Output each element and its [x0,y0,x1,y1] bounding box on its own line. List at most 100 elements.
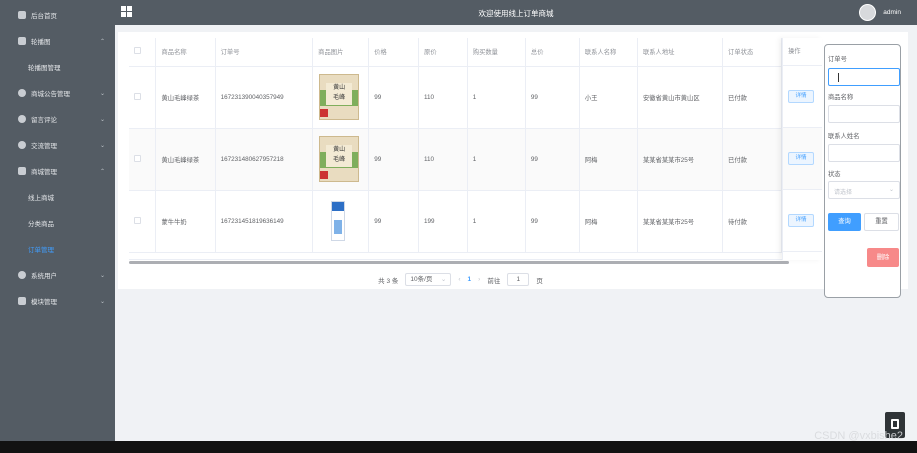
table-row[interactable]: 蒙牛牛奶 167231451819636149 99 199 1 99 阿梅 某… [129,190,800,253]
column-header[interactable]: 总价 [525,38,580,67]
chevron-up-icon: ⌃ [99,169,105,175]
page-size-select[interactable]: 10条/页 ⌄ [405,273,452,286]
status-select[interactable]: 请选择 ⌄ [828,181,900,199]
select-all-checkbox[interactable] [134,47,141,55]
column-header[interactable]: 购买数量 [467,38,526,67]
order-status-cell: 已付款 [722,66,783,129]
row-checkbox[interactable] [134,92,141,100]
detail-button[interactable]: 详情 [788,214,814,227]
product-name-cell: 蒙牛牛奶 [155,190,216,253]
sidebar-item-home[interactable]: 后台首页 [0,2,115,28]
chevron-down-icon: ⌄ [99,143,105,149]
sidebar-subitem-label: 分类商品 [28,221,54,228]
contact-name-input[interactable] [828,144,900,162]
sidebar-item-label: 商城公告管理 [31,91,70,98]
bell-icon [18,89,26,97]
row-checkbox[interactable] [134,216,141,224]
sidebar-item-label: 轮播图 [31,39,51,46]
column-header[interactable]: 联系人地址 [637,38,724,67]
product-image-cell: 黄山 毛峰 [312,128,370,191]
goto-label: 前往 [487,277,501,285]
sidebar-subitem-label: 线上商城 [28,195,54,202]
goto-page-input[interactable]: 1 [507,273,530,286]
operations-cell: 详情 [783,128,822,190]
user-name[interactable]: admin [883,9,901,16]
product-image-cell [312,190,370,253]
window-bottom-bar [0,441,917,453]
product-name-label: 商品名称 [828,94,854,101]
column-header[interactable]: 联系人名称 [579,38,638,67]
sidebar-subitem-category[interactable]: 分类商品 [0,210,115,236]
sidebar-item-announcement[interactable]: 商城公告管理 ⌄ [0,80,115,106]
prev-page-icon[interactable]: ‹ [458,276,460,283]
product-thumbnail[interactable]: 黄山 毛峰 [318,135,360,183]
user-icon [18,271,26,279]
sidebar-item-label: 留言评论 [31,117,57,124]
detail-button[interactable]: 详情 [788,90,814,103]
sidebar-item-exchange[interactable]: 交流管理 ⌄ [0,132,115,158]
column-header[interactable]: 商品名称 [155,38,216,67]
sidebar-subitem-orders[interactable]: 订单管理 [0,236,115,262]
original-price-cell: 110 [418,66,468,129]
sidebar-item-modules[interactable]: 模块管理 ⌄ [0,288,115,314]
query-button[interactable]: 查询 [828,213,861,231]
sidebar-subitem-carousel-manage[interactable]: 轮播图管理 [0,54,115,80]
order-no-label: 订单号 [828,56,847,63]
detail-button[interactable]: 详情 [788,152,814,165]
order-no-input[interactable] [828,68,900,86]
order-status-cell: 待付款 [722,190,783,253]
contact-address-cell: 某某省某某市25号 [637,190,724,253]
table-header-row: 商品名称 订单号 商品图片 价格 原价 购买数量 总价 联系人名称 联系人地址 … [129,38,800,67]
quantity-cell: 1 [467,190,526,253]
delete-button[interactable]: 删除 [867,248,899,267]
table-row[interactable]: 黄山毛峰绿茶 167231390040357949 黄山 毛峰 99 110 1 … [129,66,800,129]
filter-panel: 订单号 商品名称 联系人姓名 状态 请选择 ⌄ 查询 重置 删除 [824,44,901,298]
sidebar-subitem-label: 轮播图管理 [28,65,61,72]
chat-icon [18,141,26,149]
sidebar-item-users[interactable]: 系统用户 ⌄ [0,262,115,288]
original-price-cell: 110 [418,128,468,191]
column-header[interactable]: 商品图片 [312,38,370,67]
original-price-cell: 199 [418,190,468,253]
contact-name-cell: 阿梅 [579,190,638,253]
page-title: 欢迎使用线上订单商城 [478,9,554,18]
sidebar-item-comments[interactable]: 留言评论 ⌄ [0,106,115,132]
column-header[interactable]: 订单号 [215,38,314,67]
chevron-down-icon: ⌄ [99,273,105,279]
quantity-cell: 1 [467,66,526,129]
table-row[interactable]: 黄山毛峰绿茶 167231480627957218 黄山 毛峰 99 110 1 … [129,128,800,191]
row-checkbox[interactable] [134,154,141,162]
product-name-input[interactable] [828,105,900,123]
sidebar-item-label: 商城管理 [31,169,57,176]
cart-icon [18,167,26,175]
sidebar-item-label: 后台首页 [31,13,57,20]
product-name-cell: 黄山毛峰绿茶 [155,66,216,129]
select-all-cell [129,38,157,67]
horizontal-scrollbar[interactable] [129,261,789,264]
product-thumbnail[interactable] [318,197,360,245]
total-count: 共 3 条 [378,277,399,285]
sidebar-subitem-online-mall[interactable]: 线上商城 [0,184,115,210]
order-status-cell: 已付款 [722,128,783,191]
column-header[interactable]: 价格 [368,38,420,67]
column-header[interactable]: 原价 [418,38,468,67]
contact-name-cell: 阿梅 [579,128,638,191]
sidebar-item-carousel[interactable]: 轮播图 ⌃ [0,28,115,54]
order-no-cell: 167231451819636149 [215,190,314,253]
product-thumbnail[interactable]: 黄山 毛峰 [318,73,360,121]
chevron-down-icon: ⌄ [99,91,105,97]
current-page[interactable]: 1 [468,276,472,283]
next-page-icon[interactable]: › [478,276,480,283]
price-cell: 99 [368,66,420,129]
page-unit-label: 页 [536,277,543,285]
contact-name-label: 联系人姓名 [828,133,860,140]
sidebar-subitem-label: 订单管理 [28,247,54,254]
avatar[interactable] [859,4,876,21]
column-header[interactable]: 订单状态 [722,38,783,67]
sidebar-item-mall[interactable]: 商城管理 ⌃ [0,158,115,184]
app-window: 后台首页 轮播图 ⌃ 轮播图管理 商城公告管理 ⌄ 留言评论 ⌄ 交流管理 ⌄ … [0,0,917,453]
reset-button[interactable]: 重置 [864,213,899,231]
product-image-cell: 黄山 毛峰 [312,66,370,129]
sidebar-item-label: 交流管理 [31,143,57,150]
page-size-value: 10条/页 [410,276,433,283]
